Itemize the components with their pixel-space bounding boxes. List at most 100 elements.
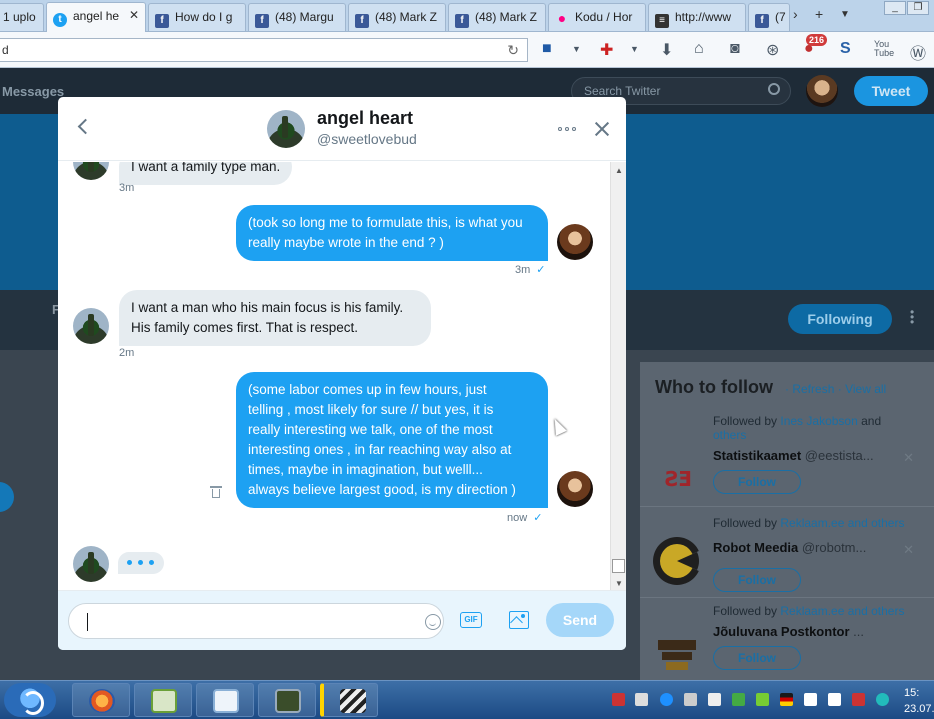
start-button[interactable] (4, 683, 56, 717)
system-clock[interactable]: 15: 23.07. (904, 685, 934, 717)
chevron-down-icon[interactable]: ▼ (840, 9, 850, 20)
tray-clipboard-icon[interactable] (635, 693, 648, 706)
followed-by-text: Followed by Reklaam.ee and others (713, 604, 905, 618)
browser-tab[interactable]: 1 uplo (0, 3, 44, 31)
contact-avatar[interactable] (73, 308, 109, 344)
scroll-up-icon[interactable]: ▲ (615, 166, 623, 175)
browser-tab[interactable]: ● Kodu / Hor (548, 3, 646, 31)
firefox-icon (89, 689, 115, 713)
following-button[interactable]: Following (788, 304, 892, 334)
pocket-icon[interactable]: ◙ (730, 40, 740, 58)
my-avatar[interactable] (557, 471, 593, 507)
network-icon[interactable] (684, 693, 697, 706)
browser-tab-active[interactable]: t angel he ✕ (46, 2, 146, 32)
tray-check-icon[interactable] (732, 693, 745, 706)
dismiss-icon[interactable]: ✕ (903, 450, 914, 466)
message-bubble-outgoing[interactable]: (took so long me to formulate this, is w… (236, 205, 548, 261)
tray-app-icon[interactable] (660, 693, 673, 706)
browser-tab[interactable]: f (48) Margu (248, 3, 346, 31)
suggestion-name[interactable]: Statistikaamet @eestista... (713, 448, 874, 463)
taskbar-terminal[interactable] (258, 683, 316, 717)
contact-avatar[interactable] (73, 546, 109, 582)
browser-tab[interactable]: ≡ http://www (648, 3, 746, 31)
follow-button[interactable]: Follow (713, 646, 801, 670)
suggestion-name[interactable]: Robot Meedia @robotm... (713, 540, 866, 555)
url-bar[interactable]: d ↻ (0, 38, 528, 62)
follow-button[interactable]: Follow (713, 568, 801, 592)
browser-tab[interactable]: f (48) Mark Z (448, 3, 546, 31)
send-button[interactable]: Send (546, 603, 614, 637)
view-all-link[interactable]: View all (845, 382, 886, 396)
tray-lav-icon[interactable] (804, 693, 817, 706)
tray-alert-icon[interactable] (612, 693, 625, 706)
tab-label: (7 (775, 10, 786, 24)
s-extension-icon[interactable]: S (840, 40, 851, 58)
suggestion-name[interactable]: Jõuluvana Postkontor ... (713, 624, 864, 639)
more-vertical-icon[interactable]: • • • (910, 306, 916, 328)
notification-count-badge: 216 (806, 34, 828, 46)
refresh-link[interactable]: Refresh (792, 382, 834, 396)
dm-conversation-modal: angel heart @sweetlovebud I want a famil… (58, 97, 626, 650)
tray-lav-red-icon[interactable] (852, 693, 865, 706)
nav-messages[interactable]: Messages (2, 84, 64, 99)
joulupostkontor-logo-icon[interactable] (652, 628, 702, 678)
tweet-button[interactable]: Tweet (854, 76, 928, 106)
youtube-icon[interactable]: You Tube (874, 40, 894, 58)
search-icon[interactable] (768, 83, 780, 95)
tab-label: How do I g (175, 10, 233, 24)
image-icon[interactable] (509, 611, 529, 629)
skype-icon[interactable] (876, 693, 889, 706)
delete-message-icon[interactable] (210, 485, 222, 498)
contact-avatar[interactable] (267, 110, 305, 148)
emoji-icon[interactable] (425, 614, 441, 630)
gif-icon[interactable]: GIF (460, 612, 482, 628)
restore-icon[interactable]: ❐ (907, 1, 929, 15)
browser-tab[interactable]: f (7 (748, 3, 790, 31)
message-timestamp: 2m (119, 347, 135, 359)
minimize-icon[interactable]: _ (884, 1, 906, 15)
contact-avatar[interactable] (73, 162, 109, 180)
dismiss-icon[interactable]: ✕ (903, 542, 914, 558)
follow-button[interactable]: Follow (713, 470, 801, 494)
link-icon[interactable]: ⊛ (766, 40, 779, 60)
message-input[interactable] (68, 603, 444, 639)
tab-close-icon[interactable]: ✕ (129, 8, 139, 22)
user-avatar[interactable] (806, 75, 838, 107)
contact-name[interactable]: angel heart (317, 108, 413, 129)
back-arrow-icon[interactable] (76, 117, 90, 137)
chevron-down-icon[interactable]: ▼ (572, 44, 581, 54)
taskbar-firefox[interactable] (72, 683, 130, 717)
message-list[interactable]: I want a family type man. 3m (took so lo… (58, 162, 610, 590)
new-tab-button[interactable]: + (815, 6, 823, 22)
chevron-down-icon[interactable]: ▼ (630, 44, 639, 54)
more-options-icon[interactable] (558, 121, 580, 135)
message-bubble-incoming[interactable]: I want a family type man. (119, 162, 293, 185)
browser-tab[interactable]: f How do I g (148, 3, 246, 31)
first-aid-icon[interactable]: ✚ (600, 40, 613, 60)
followed-by-text: Followed by Reklaam.ee and others (713, 516, 905, 530)
taskbar-video-editor[interactable] (320, 683, 378, 717)
chevron-right-icon[interactable]: › (793, 6, 798, 22)
statistikaamet-logo-icon[interactable]: ES (652, 454, 702, 504)
taskbar-notepadpp[interactable] (134, 683, 192, 717)
language-flag-icon[interactable] (780, 693, 793, 706)
save-icon[interactable]: ■ (542, 40, 552, 58)
contact-handle[interactable]: @sweetlovebud (317, 131, 417, 147)
w-extension-icon[interactable]: Ⓦ (910, 40, 926, 64)
scroll-down-icon[interactable]: ▼ (615, 579, 623, 588)
home-icon[interactable]: ⌂ (694, 40, 704, 58)
close-icon[interactable] (594, 121, 610, 137)
message-bubble-incoming[interactable]: I want a man who his main focus is his f… (119, 290, 431, 346)
tray-lav-icon[interactable] (828, 693, 841, 706)
robot-meedia-logo-icon[interactable] (652, 536, 704, 586)
volume-icon[interactable] (708, 693, 721, 706)
message-bubble-outgoing[interactable]: (some labor comes up in few hours, just … (236, 372, 548, 508)
message-list-scrollbar[interactable]: ▲ ▼ (610, 162, 626, 590)
browser-tab[interactable]: f (48) Mark Z (348, 3, 446, 31)
taskbar-notepad[interactable] (196, 683, 254, 717)
download-icon[interactable]: ⬇ (660, 40, 673, 60)
tray-usb-icon[interactable] (756, 693, 769, 706)
scrollbar-thumb[interactable] (612, 559, 625, 573)
reload-icon[interactable]: ↻ (507, 42, 519, 59)
my-avatar[interactable] (557, 224, 593, 260)
